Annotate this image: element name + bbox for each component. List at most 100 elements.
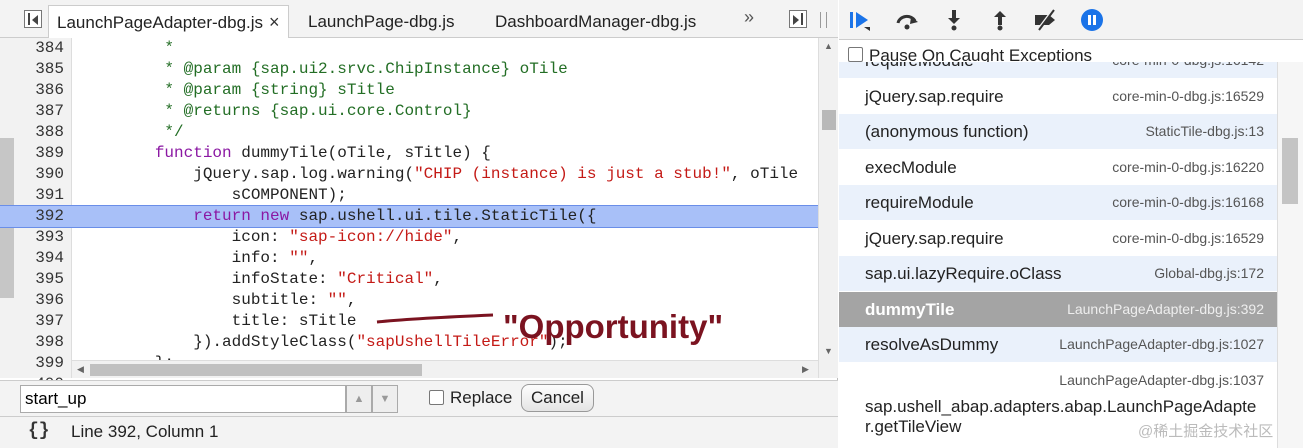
tab-label: LaunchPageAdapter-dbg.js [57,13,264,32]
resume-icon[interactable] [847,7,873,33]
code-token: */ [78,123,184,141]
code-line[interactable]: 389 function dummyTile(oTile, sTitle) { [0,143,818,164]
sidebar-scrollbar[interactable] [1277,62,1303,448]
call-frame[interactable]: requireModule core-min-0-dbg.js:16168 [839,185,1277,220]
scrollbar-thumb[interactable] [822,110,836,130]
pause-on-exceptions-icon[interactable] [1079,7,1105,33]
line-number[interactable]: 390 [20,164,64,185]
code-line[interactable]: 384 * [0,38,818,59]
code-text: info: "", [78,248,318,269]
line-number[interactable]: 397 [20,311,64,332]
toggle-debugger-button[interactable] [789,10,807,28]
line-number[interactable]: 396 [20,290,64,311]
scroll-left-arrow-icon[interactable]: ◀ [77,364,84,375]
call-frame-location[interactable]: LaunchPageAdapter-dbg.js:1037 [1059,372,1264,388]
call-frame-location[interactable]: core-min-0-dbg.js:16168 [1112,194,1264,210]
call-frame-location[interactable]: LaunchPageAdapter-dbg.js:1027 [1059,336,1264,352]
replace-checkbox[interactable] [429,390,444,405]
code-line[interactable]: 394 info: "", [0,248,818,269]
line-number[interactable]: 393 [20,227,64,248]
more-tabs-icon[interactable]: » [744,7,754,28]
code-token: }).addStyleClass( [78,333,357,351]
line-number[interactable]: 398 [20,332,64,353]
code-token: , oTile [730,165,799,183]
code-line-current[interactable]: 392 return new sap.ushell.ui.tile.Static… [0,205,819,228]
close-tab-icon[interactable]: × [269,12,280,32]
line-number[interactable]: 389 [20,143,64,164]
call-frame-location[interactable]: core-min-0-dbg.js:16220 [1112,159,1264,175]
code-token: "sap-icon://hide" [289,228,453,246]
call-frame-location[interactable]: LaunchPageAdapter-dbg.js:392 [1067,301,1264,317]
call-frame[interactable]: requireModule core-min-0-dbg.js:16142 [839,62,1277,78]
tab-dashboardmanager[interactable]: DashboardManager-dbg.js [487,5,704,38]
code-token: , [433,270,443,288]
code-token: subtitle: [78,291,328,309]
code-text: * @returns {sap.ui.core.Control} [78,101,472,122]
line-number[interactable]: 391 [20,185,64,206]
code-line[interactable]: 387 * @returns {sap.ui.core.Control} [0,101,818,122]
code-line[interactable]: 385 * @param {sap.ui2.srvc.ChipInstance}… [0,59,818,80]
call-frame-location[interactable]: Global-dbg.js:172 [1154,265,1264,281]
call-frame[interactable]: resolveAsDummy LaunchPageAdapter-dbg.js:1… [839,327,1277,362]
code-text: return new sap.ushell.ui.tile.StaticTile… [78,206,596,227]
line-number[interactable]: 384 [20,38,64,59]
call-frame-selected[interactable]: dummyTile LaunchPageAdapter-dbg.js:392 [839,291,1277,327]
call-frame-function: sap.ushell_abap.adapters.abap.LaunchPage… [865,396,1257,416]
code-text: function dummyTile(oTile, sTitle) { [78,143,491,164]
code-line[interactable]: 390 jQuery.sap.log.warning("CHIP (instan… [0,164,818,185]
call-frame-function: resolveAsDummy [865,335,999,354]
scroll-right-arrow-icon[interactable]: ▶ [802,364,809,375]
code-line[interactable]: 393 icon: "sap-icon://hide", [0,227,818,248]
line-number[interactable]: 392 [20,206,64,227]
line-number[interactable]: 388 [20,122,64,143]
code-line[interactable]: 391 sCOMPONENT); [0,185,818,206]
line-number[interactable]: 394 [20,248,64,269]
editor-horizontal-scrollbar[interactable]: ◀ ▶ [72,360,818,378]
scrollbar-thumb[interactable] [90,364,422,376]
call-frame-location[interactable]: core-min-0-dbg.js:16529 [1112,88,1264,104]
line-number[interactable]: 395 [20,269,64,290]
code-text: * [78,38,174,59]
tab-label: DashboardManager-dbg.js [495,12,697,31]
call-frame-location[interactable]: StaticTile-dbg.js:13 [1145,123,1264,139]
code-token: * @returns {sap.ui.core.Control} [78,102,472,120]
call-frame[interactable]: sap.ui.lazyRequire.oClass Global-dbg.js:1… [839,256,1277,291]
search-input[interactable] [20,385,346,413]
step-into-icon[interactable] [941,7,967,33]
code-text: subtitle: "", [78,290,357,311]
line-number[interactable]: 387 [20,101,64,122]
watermark-text: @稀土掘金技术社区 [1138,423,1274,440]
step-out-icon[interactable] [987,7,1013,33]
deactivate-breakpoints-icon[interactable] [1032,7,1058,33]
cursor-position: Line 392, Column 1 [71,422,219,441]
tab-launchpageadapter[interactable]: LaunchPageAdapter-dbg.js × [48,5,289,38]
debugger-toolbar [839,0,1303,40]
call-frame-location[interactable]: core-min-0-dbg.js:16529 [1112,230,1264,246]
tab-launchpage[interactable]: LaunchPage-dbg.js [300,5,463,38]
call-frame-location[interactable]: core-min-0-dbg.js:16142 [1112,62,1264,68]
code-token: sap.ushell.ui.tile.StaticTile({ [289,207,597,225]
scroll-up-arrow-icon[interactable]: ▲ [824,41,833,51]
call-frame[interactable]: jQuery.sap.require core-min-0-dbg.js:1652… [839,221,1277,256]
line-number[interactable]: 399 [20,353,64,374]
editor-vertical-scrollbar[interactable]: ▲ ▼ [818,38,838,378]
call-frame[interactable]: jQuery.sap.require core-min-0-dbg.js:1652… [839,79,1277,114]
line-number[interactable]: 386 [20,80,64,101]
call-frame-function: dummyTile [865,299,955,319]
call-frame[interactable]: execModule core-min-0-dbg.js:16220 [839,150,1277,185]
scroll-down-arrow-icon[interactable]: ▼ [824,346,833,356]
pause-on-caught-checkbox[interactable] [848,47,863,62]
scrollbar-thumb[interactable] [1282,138,1298,204]
call-frame[interactable]: (anonymous function) StaticTile-dbg.js:13 [839,114,1277,149]
code-line[interactable]: 386 * @param {string} sTitle [0,80,818,101]
code-line[interactable]: 395 infoState: "Critical", [0,269,818,290]
find-previous-button[interactable]: ▲ [346,385,372,413]
replace-label: Replace [450,388,513,407]
code-line[interactable]: 388 */ [0,122,818,143]
line-number[interactable]: 385 [20,59,64,80]
step-over-icon[interactable] [894,7,920,33]
find-next-button[interactable]: ▼ [372,385,398,413]
pretty-print-button[interactable]: {} [28,421,50,441]
toggle-navigator-button[interactable] [24,10,42,28]
cancel-button[interactable]: Cancel [521,384,594,412]
